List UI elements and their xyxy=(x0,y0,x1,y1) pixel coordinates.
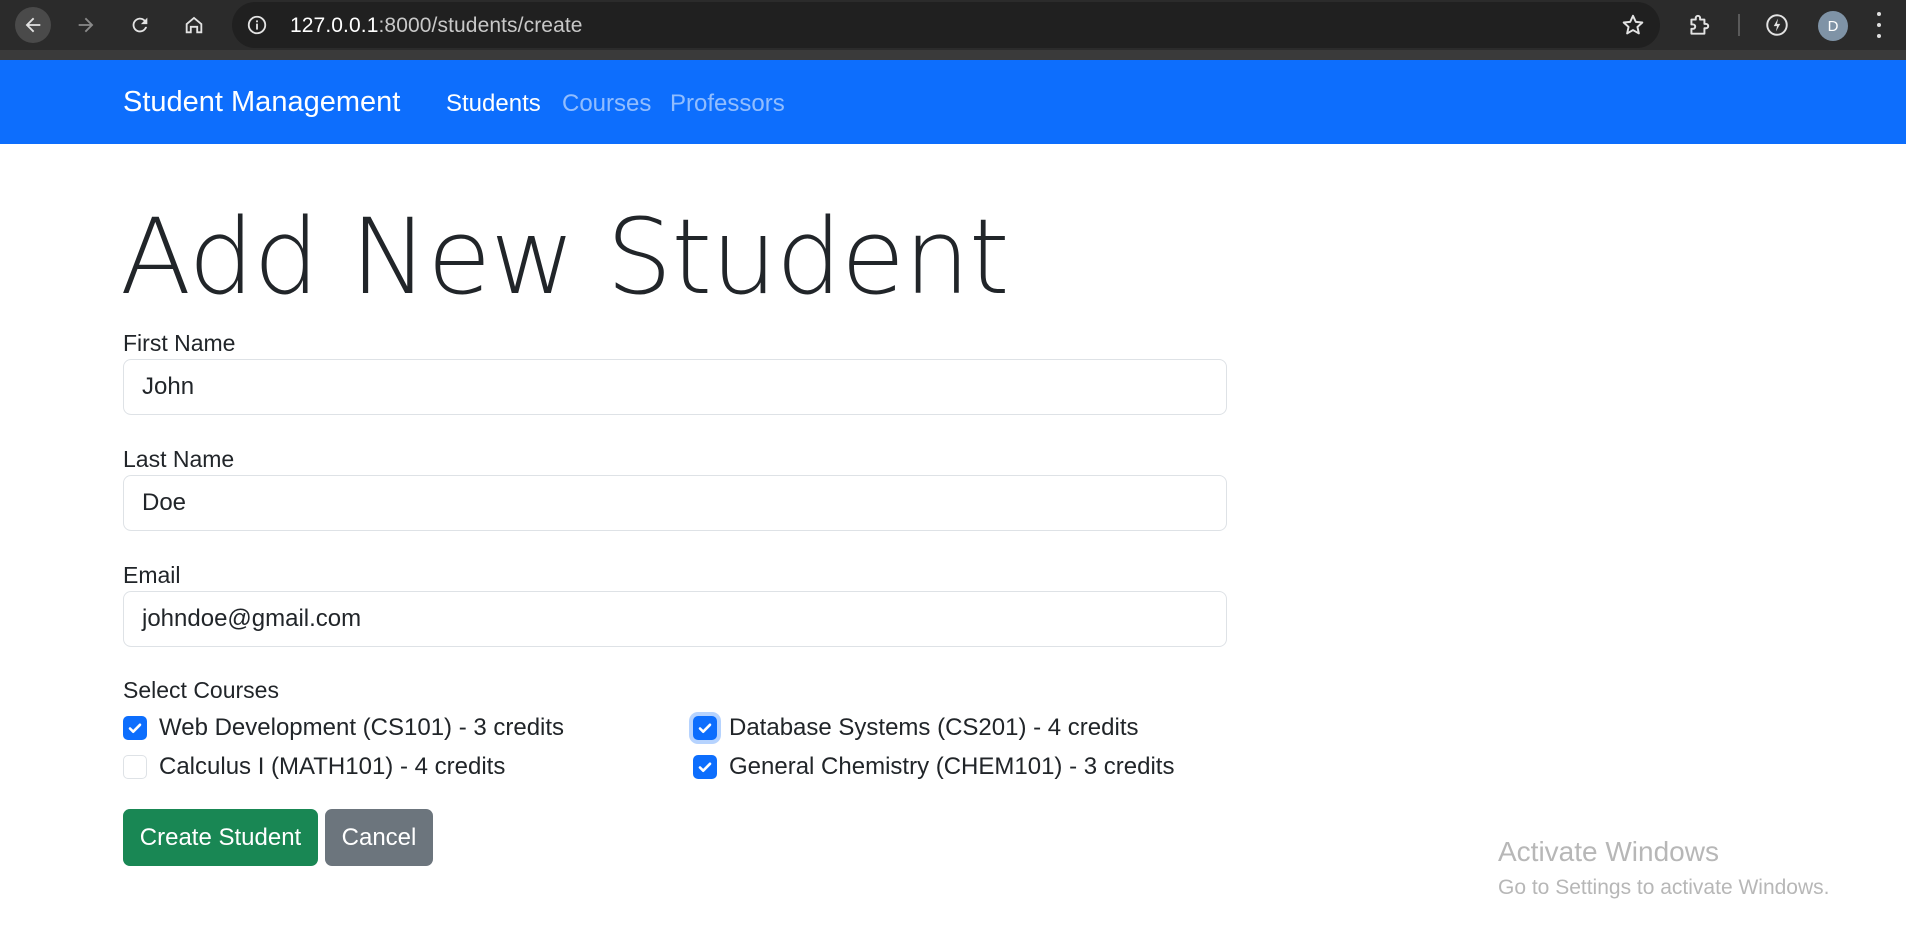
checkbox-box[interactable] xyxy=(123,716,147,740)
last-name-input[interactable]: Doe xyxy=(123,475,1227,531)
menu-dot xyxy=(1877,12,1881,16)
checkmark-icon xyxy=(698,723,712,733)
nav-link-professors[interactable]: Professors xyxy=(670,90,785,118)
last-name-label: Last Name xyxy=(123,446,235,472)
toolbar-bottom-strip xyxy=(0,50,1906,60)
cancel-button[interactable]: Cancel xyxy=(325,809,433,866)
profile-avatar[interactable]: D xyxy=(1818,11,1848,41)
course-label[interactable]: Web Development (CS101) - 3 credits xyxy=(159,714,564,742)
checkbox-box[interactable] xyxy=(693,716,717,740)
create-student-button[interactable]: Create Student xyxy=(123,809,318,866)
reload-button[interactable] xyxy=(122,7,158,43)
checkmark-icon xyxy=(698,762,712,772)
url-text[interactable]: 127.0.0.1:8000/students/create xyxy=(290,14,583,38)
browser-toolbar: 127.0.0.1:8000/students/create D xyxy=(0,0,1906,50)
course-checkbox-cs101[interactable]: Web Development (CS101) - 3 credits xyxy=(123,714,564,742)
course-label[interactable]: General Chemistry (CHEM101) - 3 credits xyxy=(729,753,1174,781)
course-label[interactable]: Calculus I (MATH101) - 4 credits xyxy=(159,753,505,781)
url-path: :8000/students/create xyxy=(378,14,583,37)
toolbar-separator xyxy=(1738,14,1740,36)
activate-windows-title: Activate Windows xyxy=(1498,836,1719,867)
back-button[interactable] xyxy=(15,7,51,43)
url-host: 127.0.0.1 xyxy=(290,14,379,37)
nav-link-students[interactable]: Students xyxy=(446,90,541,118)
menu-dot xyxy=(1877,34,1881,38)
home-button[interactable] xyxy=(176,7,212,43)
email-label: Email xyxy=(123,562,181,588)
forward-arrow-icon xyxy=(78,17,94,33)
course-checkbox-math101[interactable]: Calculus I (MATH101) - 4 credits xyxy=(123,753,505,781)
checkbox-box[interactable] xyxy=(693,755,717,779)
performance-icon[interactable] xyxy=(1764,12,1790,38)
nav-link-courses[interactable]: Courses xyxy=(562,90,651,118)
kebab-menu-icon[interactable] xyxy=(1874,12,1884,38)
site-info-button[interactable] xyxy=(242,10,272,40)
first-name-label: First Name xyxy=(123,330,236,356)
menu-dot xyxy=(1877,23,1881,27)
checkmark-icon xyxy=(128,723,142,733)
extensions-puzzle-icon[interactable] xyxy=(1686,12,1712,38)
bookmark-star-icon[interactable] xyxy=(1620,12,1646,38)
course-label[interactable]: Database Systems (CS201) - 4 credits xyxy=(729,714,1139,742)
app-navbar: Student Management Students Courses Prof… xyxy=(0,60,1906,144)
course-checkbox-chem101[interactable]: General Chemistry (CHEM101) - 3 credits xyxy=(693,753,1174,781)
email-input[interactable]: johndoe@gmail.com xyxy=(123,591,1227,647)
select-courses-label: Select Courses xyxy=(123,677,279,703)
page-title: Add New Student xyxy=(120,196,1010,318)
reload-icon xyxy=(132,17,148,33)
navbar-brand[interactable]: Student Management xyxy=(123,86,400,119)
site-info-icon xyxy=(247,15,267,35)
checkbox-box[interactable] xyxy=(123,755,147,779)
back-arrow-icon xyxy=(25,17,41,33)
activate-windows-subtitle: Go to Settings to activate Windows. xyxy=(1498,876,1830,899)
first-name-input[interactable]: John xyxy=(123,359,1227,415)
address-bar[interactable]: 127.0.0.1:8000/students/create xyxy=(232,2,1660,48)
forward-button[interactable] xyxy=(68,7,104,43)
course-checkbox-cs201[interactable]: Database Systems (CS201) - 4 credits xyxy=(693,714,1139,742)
home-icon xyxy=(185,16,203,34)
